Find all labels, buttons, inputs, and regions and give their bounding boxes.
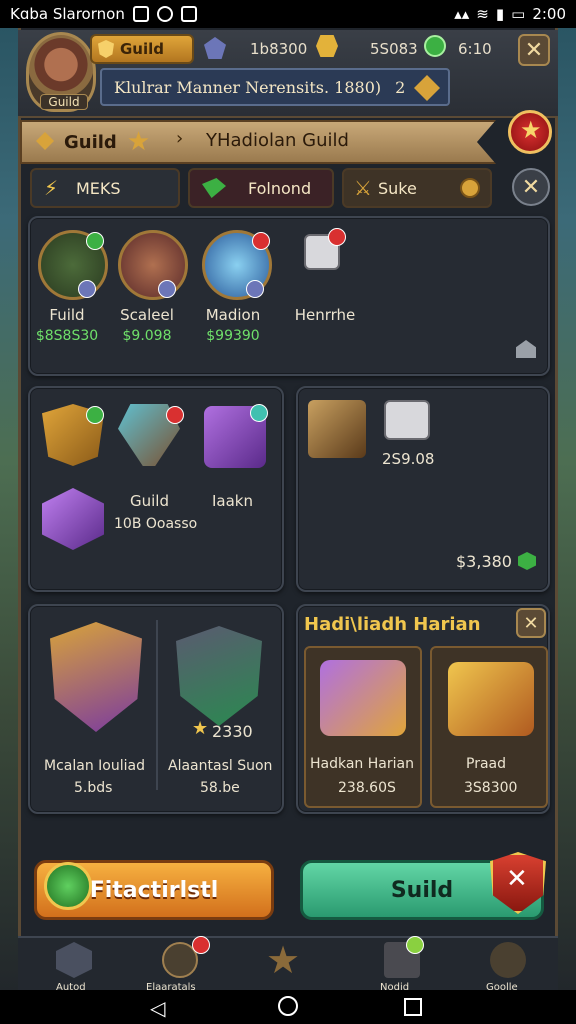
- star-icon: ★: [126, 127, 151, 157]
- offer-card-name: Praad: [466, 756, 506, 772]
- reward-value: 2S9.08: [382, 450, 435, 468]
- crystal-amount: 1b8300: [250, 40, 308, 58]
- rank-badge-icon: [158, 280, 176, 298]
- close-button[interactable]: ✕: [518, 34, 550, 66]
- battery-icon: ▭: [511, 5, 526, 23]
- button-label: Suild: [390, 877, 454, 903]
- star-icon: ★: [192, 718, 209, 739]
- nav-star-icon[interactable]: ★: [266, 938, 300, 982]
- item-label: Guild: [130, 492, 169, 510]
- gem-icon: [202, 178, 226, 198]
- gold-amount: 5S083: [370, 40, 418, 58]
- guild-emblem-icon: [36, 132, 54, 150]
- button-label: Fitactirlstl: [89, 877, 219, 903]
- chest-value: 58.be: [200, 780, 240, 796]
- sword-icon: ⚔: [354, 176, 372, 200]
- alert-badge-icon: [406, 936, 424, 954]
- tab-label: Folnond: [248, 178, 312, 198]
- banner-number: 2: [395, 77, 406, 97]
- alert-badge-icon: [166, 406, 184, 424]
- status-bar: Kɑba Slarornon ▴▴ ≋ ▮ ▭ 2:00: [0, 0, 576, 28]
- hero-name: Scaleel: [120, 306, 174, 324]
- level-badge-icon: [86, 406, 104, 424]
- lightning-icon: ⚡: [44, 176, 59, 200]
- wifi-icon: ≋: [476, 5, 489, 23]
- carrier-text: Kɑba Slarornon: [10, 5, 125, 23]
- item-sublabel: 10B Ooasso: [114, 516, 198, 532]
- offer-close-button[interactable]: ✕: [516, 608, 546, 638]
- hero-name: Fuild: [49, 306, 85, 324]
- level-badge-icon: [86, 232, 104, 250]
- arrow-right-icon: ›: [176, 128, 184, 149]
- alert-badge-icon: [328, 228, 346, 246]
- alert-badge-icon: [252, 232, 270, 250]
- alert-badge-icon: [192, 936, 210, 954]
- signal-icon: ▴▴: [454, 5, 470, 23]
- rank-badge-icon: [78, 280, 96, 298]
- heroes-panel: [28, 216, 550, 376]
- favorite-star-button[interactable]: [508, 110, 552, 154]
- level-badge-icon: [250, 404, 268, 422]
- hero-price: $9.098: [122, 328, 172, 344]
- tab-suke[interactable]: ⚔ Suke: [342, 168, 492, 208]
- guild-label: Guild: [120, 40, 165, 58]
- chest-item-icon[interactable]: [308, 400, 366, 458]
- tab-label: MEKS: [76, 178, 121, 198]
- hero-price: $8S8S30: [35, 328, 99, 344]
- close-icon: ✕: [521, 174, 541, 200]
- cell-signal-icon: ▮: [495, 5, 505, 23]
- hero-name: Madion: [205, 306, 261, 324]
- avatar-label: Guild: [40, 94, 88, 110]
- offer-card-value: 3S8300: [464, 780, 518, 796]
- rank-badge-icon: [246, 280, 264, 298]
- tab-folnond[interactable]: Folnond: [188, 168, 334, 208]
- image-icon: [132, 6, 149, 22]
- banner-text: Klulrar Manner Nerensits. 1880): [114, 77, 382, 97]
- treasure-pile-icon: [320, 660, 406, 736]
- divider: [156, 620, 158, 790]
- coin-icon: [460, 178, 480, 198]
- ribbon-guild-tab[interactable]: Guild ★: [24, 122, 174, 162]
- star-value: 2330: [212, 722, 253, 741]
- mail-icon: [180, 6, 197, 22]
- offer-card-value: 238.60S: [338, 780, 396, 796]
- gold-icon: [316, 35, 338, 57]
- hero-price: $99390: [206, 328, 260, 344]
- clock: 2:00: [532, 5, 566, 23]
- tab-label: Suke: [378, 178, 417, 198]
- guild-button[interactable]: Guild: [90, 34, 194, 64]
- guild-banner: Klulrar Manner Nerensits. 1880) 2: [100, 68, 450, 106]
- emerald-icon: [424, 35, 446, 57]
- ribbon-title: YHadiolan Guild: [206, 130, 349, 151]
- chest-name: Alaantasl Suon: [168, 758, 273, 774]
- hero-name: Henrrhe: [294, 306, 356, 324]
- recents-icon[interactable]: [404, 998, 422, 1016]
- chest-name: Mcalan Iouliad: [44, 758, 145, 774]
- system-navigation-bar: ◁: [0, 990, 576, 1024]
- tab-meks[interactable]: ⚡ MEKS: [30, 168, 180, 208]
- close-icon: ✕: [524, 37, 544, 63]
- close-icon: ✕: [523, 612, 539, 634]
- chest-value: 5.bds: [74, 780, 113, 796]
- reward-price: $3,380: [456, 552, 512, 571]
- ribbon-tab-label: Guild: [64, 131, 117, 153]
- gold-bars-icon: [448, 662, 534, 736]
- home-icon[interactable]: [278, 996, 298, 1016]
- close-tabs-button[interactable]: ✕: [512, 168, 550, 206]
- close-icon: ✕: [506, 864, 528, 894]
- gold-chip-icon: [414, 75, 440, 101]
- circle-icon: [156, 6, 173, 22]
- offer-card-name: Hadkan Harian: [310, 756, 414, 772]
- shield-icon: [98, 40, 114, 58]
- offer-title: Hadi\liadh Harian: [304, 614, 481, 635]
- emerald-amount: 6:10: [458, 40, 492, 58]
- nav-settings-icon[interactable]: [490, 942, 526, 978]
- item-label: Iaakn: [212, 492, 254, 510]
- hero-portrait[interactable]: [118, 230, 188, 300]
- back-icon[interactable]: ◁: [150, 996, 165, 1020]
- potion-icon: [44, 862, 92, 910]
- box-item-icon[interactable]: [384, 400, 430, 440]
